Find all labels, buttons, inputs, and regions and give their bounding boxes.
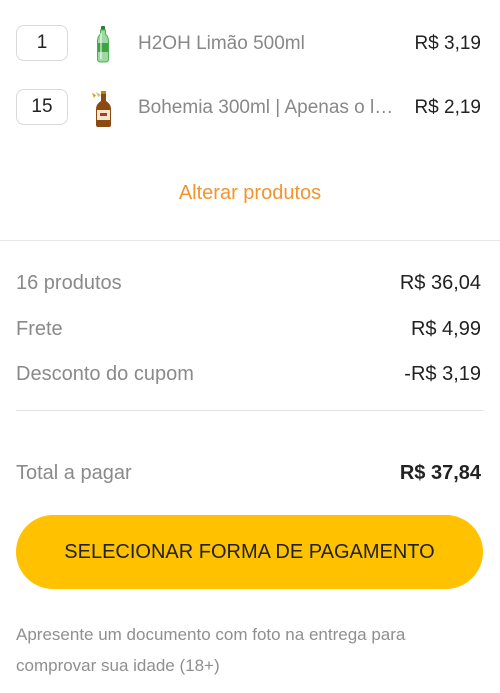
shipping-value: R$ 4,99 xyxy=(410,318,481,340)
product-price: R$ 2,19 xyxy=(414,97,481,118)
coupon-discount-value: -R$ 3,19 xyxy=(404,363,481,385)
divider xyxy=(0,240,500,241)
beer-bottle-icon xyxy=(88,89,118,129)
quantity-input[interactable]: 15 xyxy=(16,89,68,125)
green-soda-bottle-icon xyxy=(88,25,118,65)
product-price: R$ 3,19 xyxy=(414,33,481,54)
divider xyxy=(16,410,483,411)
summary-discount-row: Desconto do cupom -R$ 3,19 xyxy=(16,363,481,391)
total-value: R$ 37,84 xyxy=(399,462,481,484)
cart-item: 1 H2OH Limão 500ml R$ 3,19 xyxy=(0,25,500,65)
shipping-label: Frete xyxy=(16,318,63,340)
change-products-link[interactable]: Alterar produtos xyxy=(0,182,500,205)
summary-products-row: 16 produtos R$ 36,04 xyxy=(16,272,481,300)
quantity-input[interactable]: 1 xyxy=(16,25,68,61)
summary-shipping-row: Frete R$ 4,99 xyxy=(16,318,481,346)
product-name: Bohemia 300ml | Apenas o líquido xyxy=(138,97,396,118)
products-subtotal-value: R$ 36,04 xyxy=(399,272,481,294)
product-name: H2OH Limão 500ml xyxy=(138,33,305,54)
cart-item: 15 Bohemia 300ml | Apenas o líquido R$ 2… xyxy=(0,89,500,129)
age-verification-notice: Apresente um documento com foto na entre… xyxy=(16,625,406,675)
total-label: Total a pagar xyxy=(16,462,132,484)
select-payment-button[interactable]: SELECIONAR FORMA DE PAGAMENTO xyxy=(16,515,483,589)
products-count-label: 16 produtos xyxy=(16,272,122,294)
coupon-discount-label: Desconto do cupom xyxy=(16,363,194,385)
